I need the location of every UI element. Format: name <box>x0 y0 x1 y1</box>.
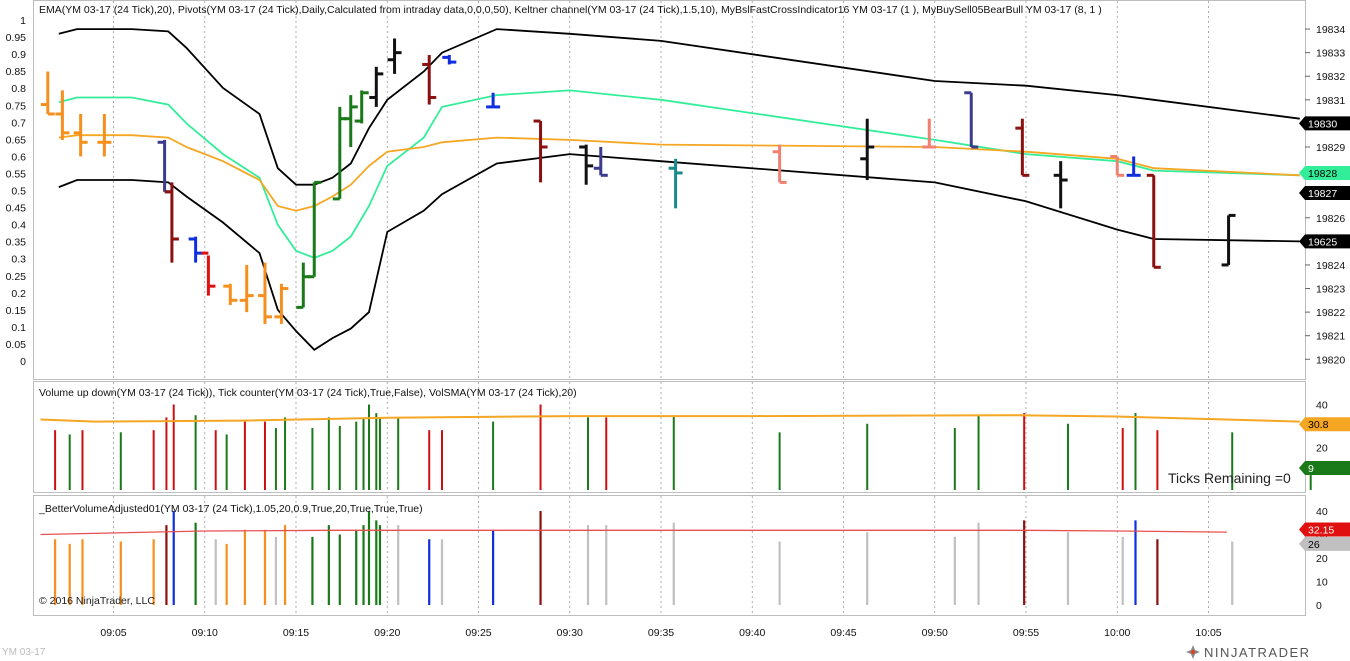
left-axis-label: 0.65 <box>6 134 27 146</box>
price-label: 19625 <box>1299 234 1350 249</box>
left-axis-label: 0.05 <box>6 339 27 351</box>
better-volume-axis-label: 40 <box>1316 506 1328 518</box>
left-axis-label: 0.15 <box>6 305 27 317</box>
vol-sma-label-text: 30.8 <box>1308 419 1329 431</box>
better-volume-mean-label-text: 26 <box>1308 539 1320 551</box>
time-label: 10:00 <box>1104 627 1130 639</box>
left-axis-label: 0.45 <box>6 203 27 215</box>
right-axis-label: 19824 <box>1316 260 1345 272</box>
right-axis-label: 19820 <box>1316 354 1345 366</box>
price-panel-title: EMA(YM 03-17 (24 Tick),20), Pivots(YM 03… <box>39 4 1102 16</box>
left-axis-label: 0.9 <box>11 49 26 61</box>
tick-counter-label-text: 9 <box>1308 463 1314 475</box>
symbol-watermark: YM 03-17 <box>2 647 46 658</box>
time-label: 09:15 <box>283 627 309 639</box>
ninjatrader-brand-text: NINJATRADER <box>1204 645 1311 660</box>
better-volume-average-label: 32.15 <box>1299 522 1350 537</box>
right-axis-label: 19829 <box>1316 142 1345 154</box>
left-axis-label: 0.35 <box>6 237 27 249</box>
left-axis-label: 0.55 <box>6 168 27 180</box>
price-label-text: 19827 <box>1308 188 1337 200</box>
left-axis-label: 0.2 <box>11 288 26 300</box>
better-volume-mean-label: 26 <box>1299 536 1350 551</box>
left-axis-label: 1 <box>20 15 26 27</box>
time-label: 09:10 <box>192 627 218 639</box>
right-axis-label: 19834 <box>1316 24 1345 36</box>
better-volume-axis-label: 0 <box>1316 600 1322 612</box>
left-axis-label: 0.85 <box>6 66 27 78</box>
time-label: 09:20 <box>374 627 400 639</box>
right-axis-label: 19832 <box>1316 71 1345 83</box>
copyright-text: © 2016 NinjaTrader, LLC <box>39 595 155 607</box>
volume-axis-label: 40 <box>1316 400 1328 412</box>
time-label: 09:40 <box>739 627 765 639</box>
price-label-text: 19828 <box>1308 168 1337 180</box>
left-axis-label: 0.1 <box>11 322 26 334</box>
time-label: 09:45 <box>830 627 856 639</box>
left-axis-label: 0.75 <box>6 100 27 112</box>
time-label: 09:25 <box>465 627 491 639</box>
left-axis-label: 0.8 <box>11 83 26 95</box>
time-label: 09:50 <box>922 627 948 639</box>
price-label: 19830 <box>1299 116 1350 131</box>
left-axis-label: 0.4 <box>11 220 26 232</box>
right-axis-label: 19823 <box>1316 284 1345 296</box>
left-axis-label: 0 <box>20 356 26 368</box>
left-axis-label: 0.5 <box>11 186 26 198</box>
price-label: 19827 <box>1299 186 1350 200</box>
time-label: 09:55 <box>1013 627 1039 639</box>
right-axis-label: 19822 <box>1316 307 1345 319</box>
ninjatrader-chart[interactable]: 09:05 09:10 09:15 09:20 09:25 09:30 09:35 09:40… <box>0 0 1350 661</box>
volume-axis-label: 20 <box>1316 442 1328 454</box>
price-panel[interactable] <box>33 0 1306 380</box>
left-axis-label: 0.95 <box>6 32 27 44</box>
right-axis-label: 19831 <box>1316 95 1345 107</box>
right-axis-label: 19833 <box>1316 48 1345 60</box>
right-axis-label: 19821 <box>1316 331 1345 343</box>
tick-counter-label-shape <box>1299 461 1350 475</box>
ninjatrader-logo: NINJATRADER <box>1186 645 1311 660</box>
better-volume-panel-title: _BetterVolumeAdjusted01(YM 03-17 (24 Tic… <box>38 503 423 515</box>
vol-sma-label: 30.8 <box>1299 417 1350 431</box>
right-axis-label: 19826 <box>1316 213 1345 225</box>
tick-counter-label: 9 <box>1299 461 1350 475</box>
price-label: 19828 <box>1299 165 1350 180</box>
left-axis-label: 0.7 <box>11 117 26 129</box>
time-label: 09:35 <box>648 627 674 639</box>
left-axis-label: 0.6 <box>11 151 26 163</box>
better-volume-axis-label: 10 <box>1316 577 1328 589</box>
price-label-text: 19830 <box>1308 118 1337 130</box>
better-volume-axis-label: 20 <box>1316 553 1328 565</box>
better-volume-average-label-text: 32.15 <box>1308 524 1334 536</box>
time-label: 10:05 <box>1195 627 1221 639</box>
volume-panel-title: Volume up down(YM 03-17 (24 Tick)), Tick… <box>39 387 577 399</box>
left-axis-label: 0.3 <box>11 254 26 266</box>
time-label: 09:30 <box>557 627 583 639</box>
better-volume-mean-label-shape <box>1299 536 1350 551</box>
ticks-remaining-annotation: Ticks Remaining =0 <box>1168 470 1291 486</box>
time-label: 09:05 <box>100 627 126 639</box>
left-axis-label: 0.25 <box>6 271 27 283</box>
price-label-text: 19625 <box>1308 236 1337 248</box>
ninjatrader-star-icon <box>1186 645 1200 659</box>
